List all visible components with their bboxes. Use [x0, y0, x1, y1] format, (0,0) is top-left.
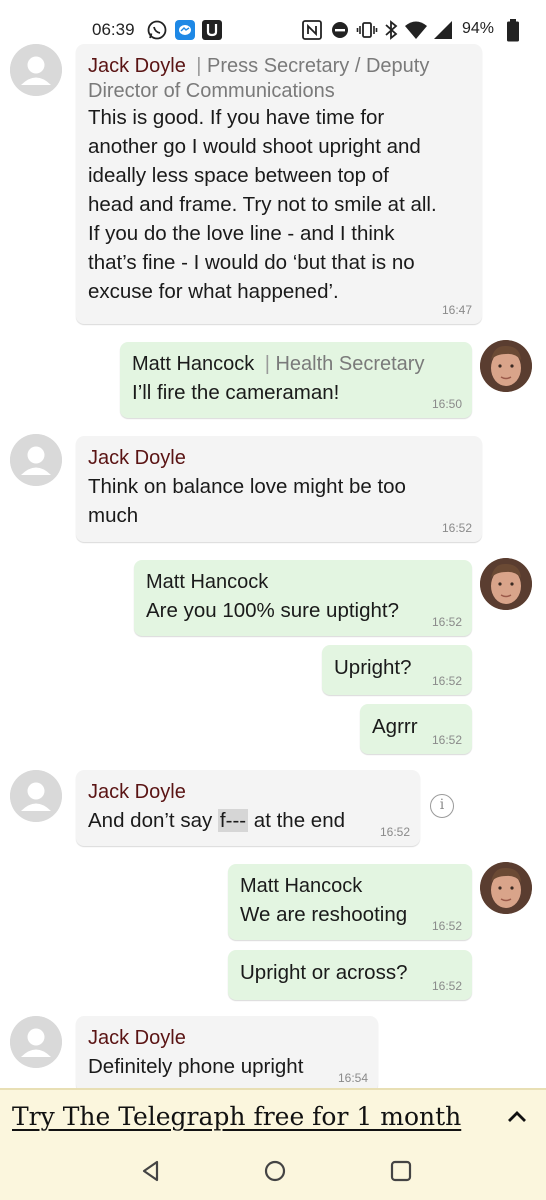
- profile-photo: [480, 558, 532, 610]
- sender-name: Jack Doyle: [88, 447, 186, 469]
- message-bubble[interactable]: Upright or across? 16:52: [228, 950, 472, 1000]
- back-icon[interactable]: [138, 1158, 164, 1184]
- promo-link[interactable]: Try The Telegraph free for 1 month: [12, 1102, 461, 1131]
- message-bubble[interactable]: Matt Hancock Are you 100% sure uptight? …: [134, 560, 472, 636]
- avatar-matt-hancock[interactable]: [480, 340, 532, 392]
- message-time: 16:52: [431, 733, 462, 747]
- chevron-up-icon[interactable]: [506, 1108, 528, 1124]
- message-bubble[interactable]: Jack Doyle And don’t say f--- at the end…: [76, 770, 420, 846]
- sender-line: Jack Doyle | Press Secretary / Deputy Di…: [88, 52, 470, 103]
- sender-role: | Health Secretary: [265, 353, 425, 375]
- avatar-jack-doyle[interactable]: [10, 1016, 62, 1068]
- message-text: Think on balance love might be too much: [88, 472, 470, 530]
- profile-photo: [480, 862, 532, 914]
- message-line: that’s fine - I would do ‘but that is no: [88, 251, 415, 274]
- redacted-word: f---: [217, 809, 249, 832]
- message-line: Think on balance love might be too: [88, 475, 406, 498]
- promo-banner[interactable]: Try The Telegraph free for 1 month: [0, 1088, 546, 1148]
- message-text-part: at the end: [248, 809, 345, 832]
- message-line: This is good. If you have time for: [88, 106, 385, 129]
- message-time: 16:52: [431, 674, 462, 688]
- message-time: 16:52: [431, 979, 462, 993]
- message-line: excuse for what happened’.: [88, 280, 339, 303]
- message-text: This is good. If you have time for anoth…: [88, 103, 470, 306]
- message-time: 16:52: [431, 615, 462, 629]
- default-avatar-icon: [10, 770, 62, 822]
- role-text: Health Secretary: [275, 353, 425, 375]
- system-nav-bar: [0, 1148, 546, 1200]
- avatar-matt-hancock[interactable]: [480, 558, 532, 610]
- sender-name: Jack Doyle: [88, 55, 186, 77]
- message-text: Are you 100% sure uptight?: [146, 599, 399, 622]
- message-line: head and frame. Try not to smile at all.: [88, 193, 437, 216]
- message-time: 16:52: [431, 919, 462, 933]
- message-text: Definitely phone upright: [88, 1055, 304, 1078]
- message-bubble[interactable]: Jack Doyle | Press Secretary / Deputy Di…: [76, 44, 482, 324]
- message-bubble[interactable]: Matt Hancock We are reshooting 16:52: [228, 864, 472, 940]
- message-line: If you do the love line - and I think: [88, 222, 395, 245]
- recents-icon[interactable]: [388, 1158, 414, 1184]
- sender-name: Jack Doyle: [88, 781, 186, 803]
- message-bubble[interactable]: Upright? 16:52: [322, 645, 472, 695]
- default-avatar-icon: [10, 44, 62, 96]
- message-time: 16:52: [379, 825, 410, 839]
- message-text: I’ll fire the cameraman!: [132, 381, 340, 404]
- message-time: 16:52: [441, 521, 472, 535]
- sender-line: Matt Hancock | Health Secretary: [132, 350, 460, 378]
- message-text-part: And don’t say: [88, 809, 218, 832]
- sender-name: Jack Doyle: [88, 1027, 186, 1049]
- message-time: 16:47: [441, 303, 472, 317]
- message-text: Upright or across?: [240, 961, 408, 984]
- sender-name: Matt Hancock: [146, 571, 269, 593]
- sender-name: Matt Hancock: [132, 353, 255, 375]
- message-text: And don’t say f--- at the end: [88, 806, 408, 835]
- home-icon[interactable]: [262, 1158, 288, 1184]
- role-separator: |: [264, 353, 270, 375]
- avatar-jack-doyle[interactable]: [10, 770, 62, 822]
- default-avatar-icon: [10, 1016, 62, 1068]
- message-time: 16:54: [337, 1071, 368, 1085]
- avatar-jack-doyle[interactable]: [10, 434, 62, 486]
- message-time: 16:50: [431, 397, 462, 411]
- role-separator: |: [196, 55, 202, 77]
- message-line: ideally less space between top of: [88, 164, 389, 187]
- chat-thread[interactable]: Jack Doyle | Press Secretary / Deputy Di…: [0, 0, 546, 1088]
- profile-photo: [480, 340, 532, 392]
- sender-name: Matt Hancock: [240, 875, 363, 897]
- message-bubble[interactable]: Jack Doyle Think on balance love might b…: [76, 436, 482, 542]
- message-bubble[interactable]: Agrrr 16:52: [360, 704, 472, 754]
- message-line: much: [88, 504, 139, 527]
- message-text: We are reshooting: [240, 903, 408, 926]
- avatar-matt-hancock[interactable]: [480, 862, 532, 914]
- info-icon[interactable]: i: [430, 794, 454, 818]
- avatar-jack-doyle[interactable]: [10, 44, 62, 96]
- message-bubble[interactable]: Matt Hancock | Health Secretary I’ll fir…: [120, 342, 472, 418]
- default-avatar-icon: [10, 434, 62, 486]
- message-line: another go I would shoot upright and: [88, 135, 421, 158]
- message-bubble[interactable]: Jack Doyle Definitely phone upright 16:5…: [76, 1016, 378, 1088]
